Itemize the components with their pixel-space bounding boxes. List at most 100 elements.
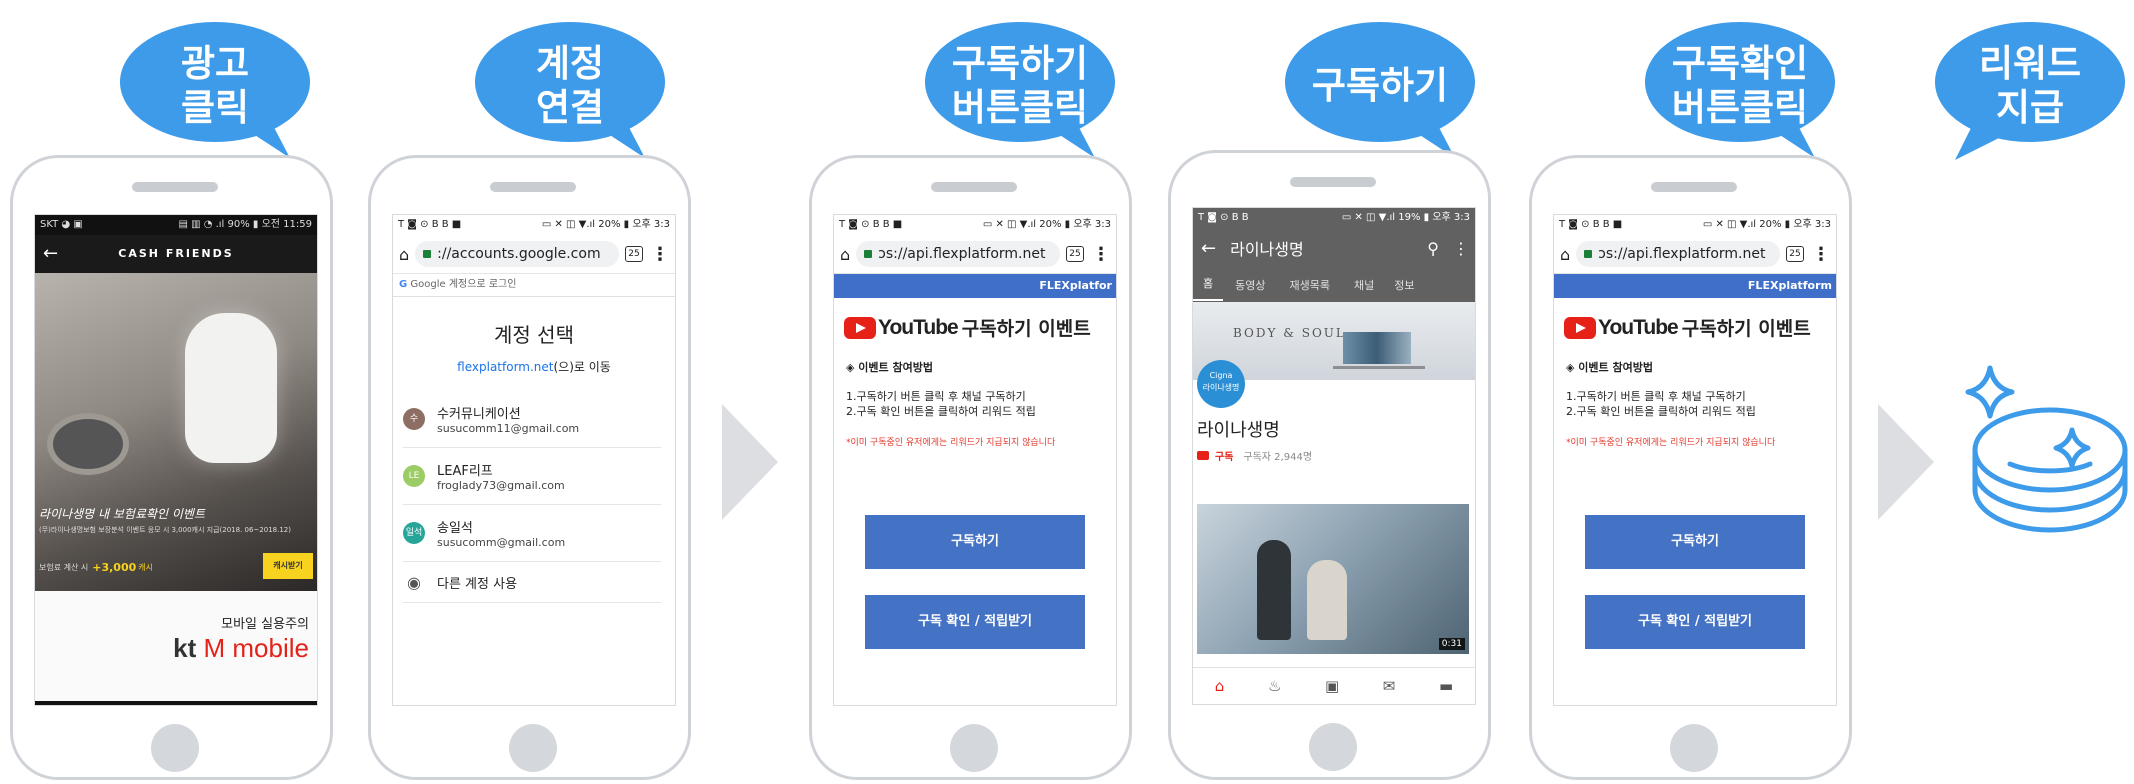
status-left: T ◙ ⊙ B B ■ bbox=[839, 219, 903, 230]
tab-videos[interactable]: 동영상 bbox=[1223, 277, 1277, 293]
tooth-illustration bbox=[185, 313, 277, 463]
menu-icon[interactable]: ⋮ bbox=[1453, 239, 1469, 258]
channel-name: 라이나생명 bbox=[1197, 420, 1280, 441]
menu-icon[interactable]: ⋮ bbox=[1092, 244, 1110, 265]
footer-text: 모바일 실용주의 bbox=[221, 617, 309, 632]
tab-about[interactable]: 정보 bbox=[1386, 277, 1422, 293]
confirm-reward-button[interactable]: 구독 확인 / 적립받기 bbox=[1585, 595, 1805, 649]
tab-count[interactable]: 25 bbox=[1066, 246, 1084, 262]
phone-speaker bbox=[931, 182, 1017, 192]
home-button[interactable] bbox=[1670, 724, 1718, 772]
account-email: susucomm11@gmail.com bbox=[437, 422, 580, 435]
person-figure bbox=[1307, 560, 1347, 640]
subscriber-count: 구독자 2,944명 bbox=[1243, 452, 1313, 463]
subscribe-button[interactable]: 구독하기 bbox=[1585, 515, 1805, 569]
avatar: LE bbox=[403, 465, 425, 487]
account-item[interactable]: 수 수커뮤니케이션 susucomm11@gmail.com bbox=[403, 391, 661, 448]
search-icon[interactable]: ⚲ bbox=[1427, 239, 1439, 258]
person-icon: ◉ bbox=[407, 572, 421, 592]
account-item[interactable]: LE LEAF리프 froglady73@gmail.com bbox=[403, 448, 661, 505]
ad-footer: 모바일 실용주의 kt M mobile bbox=[35, 591, 317, 701]
arrow-right-icon bbox=[722, 404, 778, 520]
subscribe-button[interactable]: 구독하기 bbox=[865, 515, 1085, 569]
app-title: CASH FRIENDS bbox=[118, 247, 234, 260]
phone-subscribe-event: T ◙ ⊙ B B ■ ▭ ✕ ◫ ▼.ıl 20% ▮ 오후 3:3 ⌂ ɔs… bbox=[809, 155, 1132, 780]
reward-value: +3,000 bbox=[92, 561, 137, 574]
status-right: ▤ ▥ ◔ .ıl 90% ▮ 오전 11:59 bbox=[178, 219, 312, 230]
person-figure bbox=[1257, 540, 1291, 640]
youtube-logo-text: YouTube bbox=[878, 315, 959, 339]
phone-screen: T ◙ ⊙ B B ▭ ✕ ◫ ▼.ıl 19% ▮ 오후 3:3 ← 라이나생… bbox=[1192, 207, 1476, 705]
phone-speaker bbox=[132, 182, 218, 192]
youtube-icon bbox=[1197, 451, 1209, 460]
home-icon[interactable]: ⌂ bbox=[399, 245, 409, 264]
phone-screen: T ◙ ⊙ B B ■ ▭ ✕ ◫ ▼.ıl 20% ▮ 오후 3:3 ⌂ ɔs… bbox=[833, 214, 1117, 706]
tab-count[interactable]: 25 bbox=[625, 246, 643, 262]
status-left: SKT ◕ ▣ bbox=[40, 219, 83, 230]
account-name: 송일석 bbox=[437, 521, 473, 536]
mirror-illustration bbox=[47, 413, 129, 475]
subscribe-label[interactable]: 구독 bbox=[1215, 448, 1233, 463]
reward-unit: 캐시 bbox=[138, 563, 153, 572]
home-button[interactable] bbox=[151, 724, 199, 772]
status-left: T ◙ ⊙ B B bbox=[1198, 212, 1249, 223]
book-illustration bbox=[1343, 332, 1411, 364]
phone-account-select: T ◙ ⊙ B B ■ ▭ ✕ ◫ ▼.ıl 20% ▮ 오후 3:3 ⌂ :/… bbox=[368, 155, 691, 780]
home-icon[interactable]: ⌂ bbox=[1560, 245, 1570, 264]
phone-speaker bbox=[1290, 177, 1376, 187]
account-item[interactable]: 일석 송일석 susucomm@gmail.com bbox=[403, 505, 661, 562]
speech-bubble-confirm-click: 구독확인 버튼클릭 bbox=[1645, 20, 1835, 158]
banner-text: BODY & SOUL bbox=[1233, 326, 1346, 340]
bubble-text: 계정 연결 bbox=[535, 42, 605, 129]
flexplatform-bar: FLEXplatfor bbox=[834, 274, 1116, 298]
youtube-logo-text: YouTube bbox=[1598, 315, 1679, 339]
speech-bubble-subscribe: 구독하기 bbox=[1285, 20, 1475, 158]
flexplatform-bar: FLEXplatform bbox=[1554, 274, 1836, 298]
home-button[interactable] bbox=[950, 724, 998, 772]
ad-image[interactable]: 라이나생명 내 보험료확인 이벤트 (무)라이나생명보험 보장분석 이벤트 응모… bbox=[35, 273, 317, 591]
reward-label: 보험료 계산 시 bbox=[39, 563, 89, 572]
library-icon[interactable]: ▬ bbox=[1439, 677, 1453, 695]
menu-icon[interactable]: ⋮ bbox=[651, 244, 669, 265]
url-field[interactable]: ɔs://api.flexplatform.net bbox=[1576, 241, 1780, 267]
back-arrow-icon[interactable]: ← bbox=[43, 243, 58, 264]
lock-icon bbox=[1584, 250, 1593, 258]
sparkle-icon bbox=[1965, 365, 2015, 419]
back-arrow-icon[interactable]: ← bbox=[1201, 238, 1216, 259]
lock-icon bbox=[423, 250, 432, 258]
sparkle-icon bbox=[2053, 427, 2091, 469]
url-field[interactable]: ɔs://api.flexplatform.net bbox=[856, 241, 1060, 267]
other-account-item[interactable]: ◉ 다른 계정 사용 bbox=[403, 562, 661, 603]
home-button[interactable] bbox=[1309, 723, 1357, 771]
reward-coins-icon bbox=[1965, 365, 2128, 533]
inbox-icon[interactable]: ✉ bbox=[1383, 677, 1396, 695]
youtube-play-icon bbox=[1564, 316, 1596, 339]
speech-bubble-reward: 리워드 지급 bbox=[1935, 20, 2125, 160]
tab-channels[interactable]: 채널 bbox=[1342, 277, 1386, 293]
tab-home[interactable]: 홈 bbox=[1193, 269, 1224, 301]
home-button[interactable] bbox=[509, 724, 557, 772]
bubble-text: 광고 클릭 bbox=[180, 42, 250, 129]
reward-button[interactable]: 캐시받기 bbox=[263, 553, 313, 579]
tab-count[interactable]: 25 bbox=[1786, 246, 1804, 262]
youtube-play-icon bbox=[844, 316, 876, 339]
phone-ad: SKT ◕ ▣ ▤ ▥ ◔ .ıl 90% ▮ 오전 11:59 ← CASH … bbox=[10, 155, 333, 780]
phone-screen: SKT ◕ ▣ ▤ ▥ ◔ .ıl 90% ▮ 오전 11:59 ← CASH … bbox=[34, 214, 318, 706]
home-icon[interactable]: ⌂ bbox=[840, 245, 850, 264]
event-title: 구독하기 이벤트 bbox=[1681, 318, 1811, 340]
m-mobile-logo: M mobile bbox=[203, 633, 309, 663]
speech-bubble-subscribe-click: 구독하기 버튼클릭 bbox=[925, 20, 1115, 158]
phone-speaker bbox=[490, 182, 576, 192]
event-steps: 1.구독하기 버튼 클릭 후 채널 구독하기 2.구독 확인 버튼을 클릭하여 … bbox=[846, 390, 1036, 418]
status-right: ▭ ✕ ◫ ▼.ıl 20% ▮ 오후 3:3 bbox=[1702, 219, 1831, 230]
subscriptions-icon[interactable]: ▣ bbox=[1325, 677, 1339, 695]
menu-icon[interactable]: ⋮ bbox=[1812, 244, 1830, 265]
confirm-reward-button[interactable]: 구독 확인 / 적립받기 bbox=[865, 595, 1085, 649]
url-field[interactable]: ://accounts.google.com bbox=[415, 241, 619, 267]
home-icon[interactable]: ⌂ bbox=[1215, 677, 1225, 695]
trending-icon[interactable]: ♨ bbox=[1268, 677, 1281, 695]
subtitle-link[interactable]: flexplatform.net bbox=[457, 360, 553, 374]
tab-playlists[interactable]: 재생목록 bbox=[1278, 277, 1342, 293]
video-thumbnail[interactable]: 0:31 bbox=[1197, 504, 1469, 654]
speech-bubble-ad-click: 광고 클릭 bbox=[120, 20, 310, 158]
